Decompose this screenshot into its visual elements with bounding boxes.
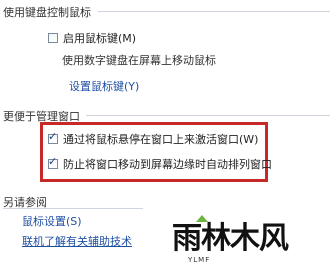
mouse-settings-link[interactable]: 鼠标设置(S): [22, 213, 82, 229]
mouse-keys-checkbox-box[interactable]: [48, 33, 58, 43]
section-divider: [86, 115, 330, 116]
mouse-keys-checkbox[interactable]: 启用鼠标键(M): [48, 30, 136, 46]
keyboard-section-title: 使用键盘控制鼠标: [3, 6, 91, 19]
section-divider: [3, 208, 143, 209]
hover-activate-checkbox-label: 通过将鼠标悬停在窗口上来激活窗口(W): [63, 133, 259, 146]
assistive-tech-online-link[interactable]: 联机了解有关辅助技术: [22, 233, 132, 249]
prevent-arrange-checkbox-label: 防止将窗口移动到屏幕边缘时自动排列窗口: [63, 158, 272, 171]
hover-activate-checkbox-box[interactable]: ✓: [48, 130, 58, 144]
hover-activate-checkbox[interactable]: ✓ 通过将鼠标悬停在窗口上来激活窗口(W): [48, 131, 258, 147]
watermark-logo: 雨林木风: [172, 221, 289, 256]
watermark-subtext: YLMF: [188, 256, 211, 264]
prevent-arrange-checkbox[interactable]: ✓ 防止将窗口移动到屏幕边缘时自动排列窗口: [48, 156, 272, 172]
prevent-arrange-checkbox-box[interactable]: ✓: [48, 155, 58, 169]
section-divider: [98, 11, 330, 12]
setup-mouse-keys-link[interactable]: 设置鼠标键(Y): [69, 78, 139, 94]
mouse-keys-description: 使用数字键盘在屏幕上移动鼠标: [62, 54, 216, 67]
checkmark-icon: ✓: [48, 155, 58, 168]
mouse-keys-checkbox-label: 启用鼠标键(M): [63, 32, 137, 45]
checkmark-icon: ✓: [48, 130, 58, 143]
